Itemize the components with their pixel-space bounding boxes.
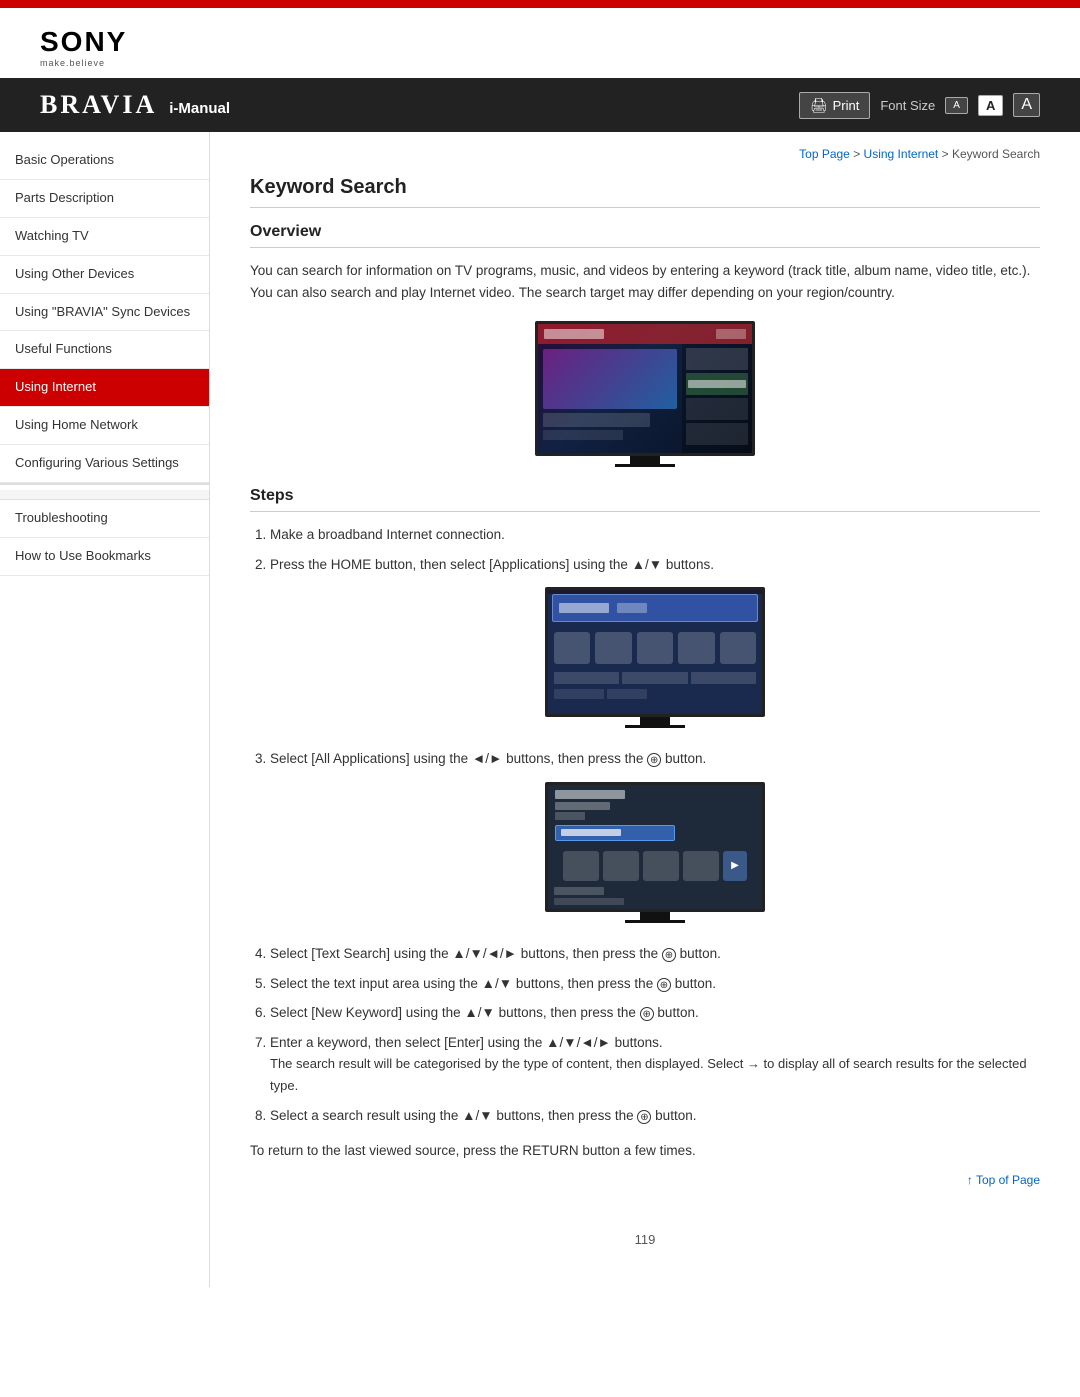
breadcrumb-top-page[interactable]: Top Page	[799, 147, 850, 161]
breadcrumb-sep2: >	[942, 147, 952, 161]
top-accent-bar	[0, 0, 1080, 8]
step-3: Select [All Applications] using the ◄/► …	[270, 748, 1040, 923]
tv-base-3	[625, 920, 685, 923]
overview-title: Overview	[250, 223, 1040, 248]
sony-tagline: make.believe	[40, 58, 1040, 68]
tv-mockup-step3: ▶	[545, 782, 765, 923]
sidebar-item-using-other-devices[interactable]: Using Other Devices	[0, 256, 209, 294]
step-1-text: Make a broadband Internet connection.	[270, 527, 505, 542]
logo-bar: SONY make.believe	[0, 8, 1080, 78]
footer-note: To return to the last viewed source, pre…	[250, 1143, 1040, 1158]
sidebar-item-using-home-network[interactable]: Using Home Network	[0, 407, 209, 445]
print-label: Print	[833, 98, 860, 113]
header-controls: 🖨 Print Font Size A A A	[799, 92, 1040, 119]
font-size-large-button[interactable]: A	[1013, 93, 1040, 117]
bravia-logo: BRAVIA	[40, 90, 157, 120]
sidebar-item-configuring-various-settings[interactable]: Configuring Various Settings	[0, 445, 209, 483]
breadcrumb-using-internet[interactable]: Using Internet	[864, 147, 939, 161]
step-7-text: Enter a keyword, then select [Enter] usi…	[270, 1035, 663, 1050]
font-size-medium-button[interactable]: A	[978, 95, 1003, 116]
sidebar-item-using-bravia-sync[interactable]: Using "BRAVIA" Sync Devices	[0, 294, 209, 332]
step-7-note: The search result will be categorised by…	[270, 1056, 1027, 1093]
step-8: Select a search result using the ▲/▼ but…	[270, 1105, 1040, 1127]
tv-stand-2	[640, 717, 670, 725]
tv-base-2	[625, 725, 685, 728]
step-6: Select [New Keyword] using the ▲/▼ butto…	[270, 1002, 1040, 1024]
screenshot-overview	[250, 321, 1040, 467]
sidebar-item-watching-tv[interactable]: Watching TV	[0, 218, 209, 256]
bravia-title: BRAVIA i-Manual	[40, 90, 230, 120]
tv-base	[615, 464, 675, 467]
step-4: Select [Text Search] using the ▲/▼/◄/► b…	[270, 943, 1040, 965]
steps-section: Steps Make a broadband Internet connecti…	[250, 487, 1040, 1246]
step-3-text: Select [All Applications] using the ◄/► …	[270, 751, 706, 766]
tv-screen-step2	[545, 587, 765, 717]
tv-mockup-overview	[535, 321, 755, 467]
font-size-small-button[interactable]: A	[945, 97, 968, 114]
sidebar-group-main: Basic Operations Parts Description Watch…	[0, 142, 209, 485]
step-2-text: Press the HOME button, then select [Appl…	[270, 557, 714, 572]
tv-stand	[630, 456, 660, 464]
sony-logo: SONY	[40, 26, 1040, 58]
sidebar-item-using-internet[interactable]: Using Internet	[0, 369, 209, 407]
sidebar-item-how-to-use-bookmarks[interactable]: How to Use Bookmarks	[0, 538, 209, 576]
step-8-text: Select a search result using the ▲/▼ but…	[270, 1108, 696, 1123]
breadcrumb: Top Page > Using Internet > Keyword Sear…	[250, 147, 1040, 161]
page-title: Keyword Search	[250, 176, 1040, 208]
screenshot-step2	[270, 587, 1040, 728]
breadcrumb-current: Keyword Search	[952, 147, 1040, 161]
tv-screen-overview	[535, 321, 755, 456]
step-7: Enter a keyword, then select [Enter] usi…	[270, 1032, 1040, 1097]
steps-list: Make a broadband Internet connection. Pr…	[250, 524, 1040, 1126]
sidebar-item-basic-operations[interactable]: Basic Operations	[0, 142, 209, 180]
step-2: Press the HOME button, then select [Appl…	[270, 554, 1040, 729]
step-5-text: Select the text input area using the ▲/▼…	[270, 976, 716, 991]
sidebar: Basic Operations Parts Description Watch…	[0, 132, 210, 1287]
content-area: Top Page > Using Internet > Keyword Sear…	[210, 132, 1080, 1287]
bravia-header: BRAVIA i-Manual 🖨 Print Font Size A A A	[0, 78, 1080, 132]
page-number: 119	[250, 1217, 1040, 1247]
step-1: Make a broadband Internet connection.	[270, 524, 1040, 546]
print-icon: 🖨	[810, 97, 828, 114]
sidebar-item-parts-description[interactable]: Parts Description	[0, 180, 209, 218]
tv-stand-3	[640, 912, 670, 920]
sidebar-item-useful-functions[interactable]: Useful Functions	[0, 331, 209, 369]
top-of-page-link[interactable]: ↑ Top of Page	[967, 1173, 1040, 1187]
breadcrumb-sep1: >	[853, 147, 863, 161]
steps-title: Steps	[250, 487, 1040, 512]
top-of-page[interactable]: ↑ Top of Page	[250, 1173, 1040, 1187]
print-button[interactable]: 🖨 Print	[799, 92, 871, 119]
step-6-text: Select [New Keyword] using the ▲/▼ butto…	[270, 1005, 699, 1020]
tv-mockup-step2	[545, 587, 765, 728]
imanual-label: i-Manual	[169, 100, 230, 117]
font-size-label: Font Size	[880, 98, 935, 113]
step-5: Select the text input area using the ▲/▼…	[270, 973, 1040, 995]
overview-section: Overview You can search for information …	[250, 223, 1040, 467]
screenshot-step3: ▶	[270, 782, 1040, 923]
step-4-text: Select [Text Search] using the ▲/▼/◄/► b…	[270, 946, 721, 961]
sidebar-item-troubleshooting[interactable]: Troubleshooting	[0, 500, 209, 538]
overview-text: You can search for information on TV pro…	[250, 260, 1040, 303]
tv-screen-step3: ▶	[545, 782, 765, 912]
